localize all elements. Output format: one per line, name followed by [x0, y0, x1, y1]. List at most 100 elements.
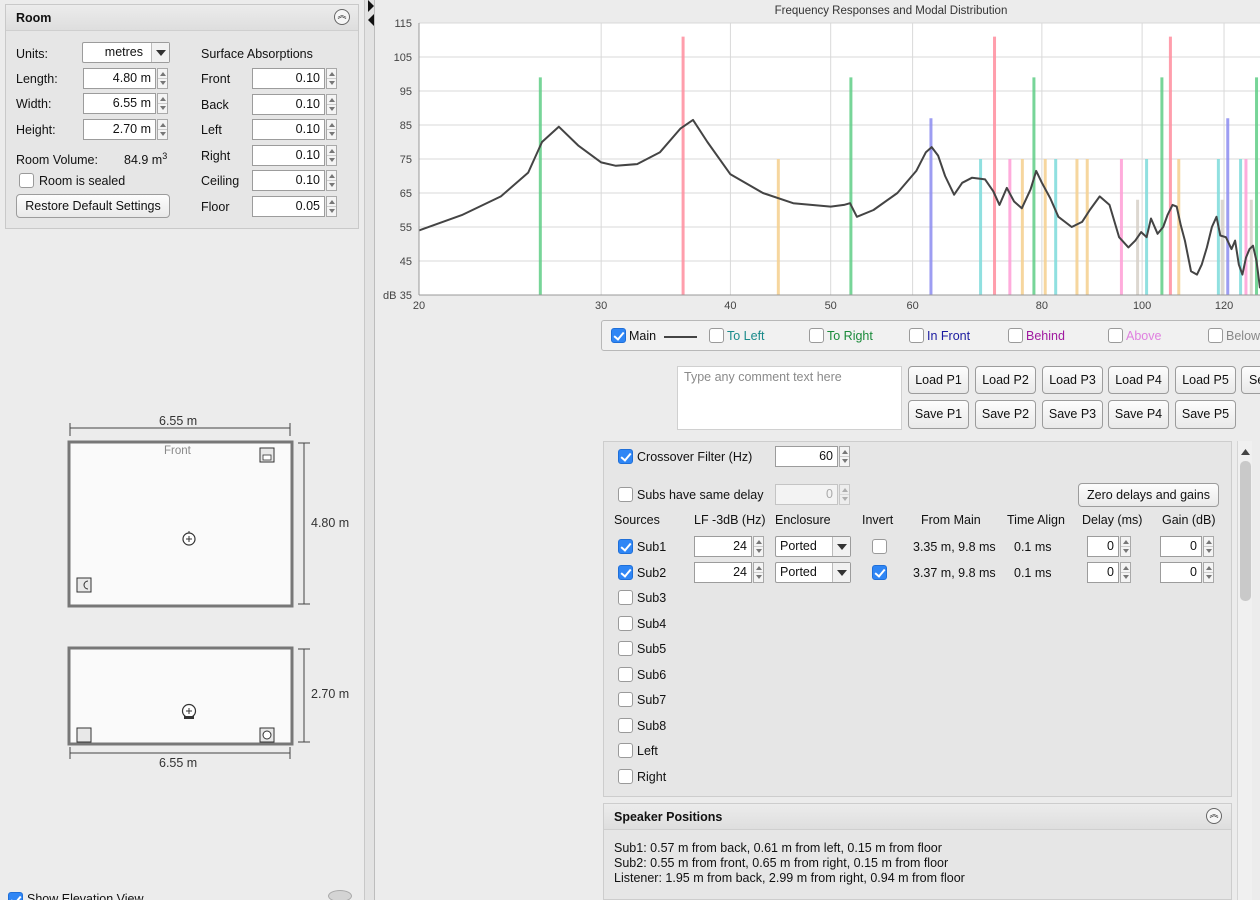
legend-main-checkbox[interactable] — [611, 328, 626, 343]
source-left-checkbox[interactable] — [618, 743, 633, 758]
elevation-width-dimension: 6.55 m — [159, 756, 198, 770]
x-tick-label: 100 — [1133, 300, 1151, 312]
save-preset-3-button[interactable]: Save P3 — [1042, 400, 1103, 429]
save-preset-4-button[interactable]: Save P4 — [1108, 400, 1169, 429]
source-sub2-time-align: 0.1 ms — [1014, 565, 1052, 580]
source-sub4-label: Sub4 — [637, 616, 667, 631]
absorption-back-stepper-icon[interactable] — [326, 93, 337, 115]
save-preset-1-button[interactable]: Save P1 — [908, 400, 969, 429]
legend-above-checkbox[interactable] — [1108, 328, 1123, 343]
chevron-down-icon[interactable] — [832, 537, 850, 556]
legend-to-right-checkbox[interactable] — [809, 328, 824, 343]
scroll-up-icon[interactable] — [1238, 441, 1253, 461]
sources-panel: Crossover Filter (Hz) 60 Subs have same … — [603, 441, 1232, 797]
source-sub2-gain-stepper-icon[interactable] — [1203, 561, 1214, 583]
length-field[interactable]: 4.80 m — [83, 68, 156, 89]
height-stepper-icon[interactable] — [157, 119, 168, 140]
absorption-floor-field[interactable]: 0.05 — [252, 195, 325, 217]
source-sub8-checkbox[interactable] — [618, 717, 633, 733]
same-delay-stepper-icon[interactable] — [839, 484, 850, 505]
source-sub1-checkbox[interactable] — [618, 539, 633, 554]
sources-scrollbar[interactable] — [1237, 441, 1252, 900]
units-value: metres — [104, 45, 143, 59]
legend-in-front-checkbox[interactable] — [909, 328, 924, 343]
length-stepper-icon[interactable] — [157, 68, 168, 89]
source-sub2-delay-stepper-icon[interactable] — [1120, 561, 1131, 583]
absorption-left-field[interactable]: 0.10 — [252, 119, 325, 140]
source-sub1-delay-field[interactable]: 0 — [1087, 536, 1119, 557]
show-elevation-checkbox[interactable] — [8, 892, 23, 900]
source-sub2-invert-checkbox[interactable] — [872, 564, 887, 580]
room-panel: Room ︽ Units: metres Length: 4.80 m Widt… — [5, 4, 359, 229]
chevron-down-icon[interactable] — [151, 43, 169, 62]
same-delay-checkbox[interactable] — [618, 487, 633, 502]
source-sub1-delay-stepper-icon[interactable] — [1120, 536, 1131, 557]
source-sub2-enclosure-select[interactable]: Ported — [775, 561, 851, 583]
load-preset-3-button[interactable]: Load P3 — [1042, 366, 1103, 394]
legend-below-checkbox[interactable] — [1208, 328, 1223, 343]
source-sub2-label: Sub2 — [637, 565, 667, 580]
header-enclosure: Enclosure — [775, 513, 831, 527]
source-sub2-checkbox[interactable] — [618, 564, 633, 580]
legend-behind-checkbox[interactable] — [1008, 328, 1023, 343]
absorption-right-stepper-icon[interactable] — [326, 144, 337, 166]
source-sub7-checkbox[interactable] — [618, 692, 633, 707]
source-sub1-invert-checkbox[interactable] — [872, 539, 887, 554]
split-pane-divider[interactable] — [365, 0, 375, 900]
load-preset-2-button[interactable]: Load P2 — [975, 366, 1036, 394]
absorption-left-stepper-icon[interactable] — [326, 119, 337, 140]
width-stepper-icon[interactable] — [157, 93, 168, 114]
source-sub2-delay-field[interactable]: 0 — [1087, 561, 1119, 583]
source-left-label: Left — [637, 744, 658, 758]
load-preset-5-button[interactable]: Load P5 — [1175, 366, 1236, 394]
crossover-stepper-icon[interactable] — [839, 446, 850, 467]
absorption-front-stepper-icon[interactable] — [326, 68, 337, 89]
absorption-right-field[interactable]: 0.10 — [252, 144, 325, 166]
room-sealed-checkbox[interactable] — [19, 173, 34, 188]
crossover-checkbox[interactable] — [618, 449, 633, 464]
source-sub2-lf-field[interactable]: 24 — [694, 561, 752, 583]
collapse-icon[interactable]: ︽ — [1206, 808, 1222, 824]
save-preset-2-button[interactable]: Save P2 — [975, 400, 1036, 429]
absorption-ceiling-label: Ceiling — [201, 174, 240, 188]
same-delay-label: Subs have same delay — [637, 488, 764, 502]
source-sub6-checkbox[interactable] — [618, 666, 633, 682]
source-sub1-gain-stepper-icon[interactable] — [1203, 536, 1214, 557]
units-select[interactable]: metres — [82, 42, 170, 63]
source-sub1-lf-field[interactable]: 24 — [694, 536, 752, 557]
scrollbar-thumb[interactable] — [1240, 461, 1251, 601]
save-preset-5-button[interactable]: Save P5 — [1175, 400, 1236, 429]
load-preset-4-button[interactable]: Load P4 — [1108, 366, 1169, 394]
source-right-checkbox[interactable] — [618, 768, 633, 784]
room-volume-label: Room Volume: — [16, 153, 98, 167]
legend-in-front-label: In Front — [927, 329, 971, 343]
header-sources: Sources — [614, 513, 660, 527]
height-field[interactable]: 2.70 m — [83, 119, 156, 140]
source-sub2-lf-stepper-icon[interactable] — [753, 561, 764, 583]
source-sub2-gain-field[interactable]: 0 — [1160, 561, 1202, 583]
source-sub3-checkbox[interactable] — [618, 590, 633, 605]
width-field[interactable]: 6.55 m — [83, 93, 156, 114]
comment-input[interactable]: Type any comment text here — [677, 366, 902, 430]
x-tick-label: 50 — [825, 300, 837, 312]
absorption-front-field[interactable]: 0.10 — [252, 68, 325, 89]
same-delay-field[interactable]: 0 — [775, 484, 838, 505]
absorption-ceiling-field[interactable]: 0.10 — [252, 170, 325, 191]
absorption-floor-stepper-icon[interactable] — [326, 195, 337, 217]
source-sub4-checkbox[interactable] — [618, 615, 633, 631]
chevron-down-icon[interactable] — [832, 562, 850, 582]
legend-to-left-checkbox[interactable] — [709, 328, 724, 343]
load-preset-6-button[interactable]: Se — [1241, 366, 1260, 394]
source-sub5-checkbox[interactable] — [618, 641, 633, 656]
load-preset-1-button[interactable]: Load P1 — [908, 366, 969, 394]
restore-defaults-button[interactable]: Restore Default Settings — [16, 194, 170, 218]
speaker-positions-header[interactable]: Speaker Positions ︽ — [604, 804, 1231, 830]
source-sub1-enclosure-select[interactable]: Ported — [775, 536, 851, 557]
source-sub1-gain-field[interactable]: 0 — [1160, 536, 1202, 557]
source-sub1-lf-stepper-icon[interactable] — [753, 536, 764, 557]
zero-delays-gains-button[interactable]: Zero delays and gains — [1078, 483, 1219, 507]
zoom-icon[interactable] — [328, 890, 352, 900]
absorption-back-field[interactable]: 0.10 — [252, 93, 325, 115]
crossover-field[interactable]: 60 — [775, 446, 838, 467]
absorption-ceiling-stepper-icon[interactable] — [326, 170, 337, 191]
